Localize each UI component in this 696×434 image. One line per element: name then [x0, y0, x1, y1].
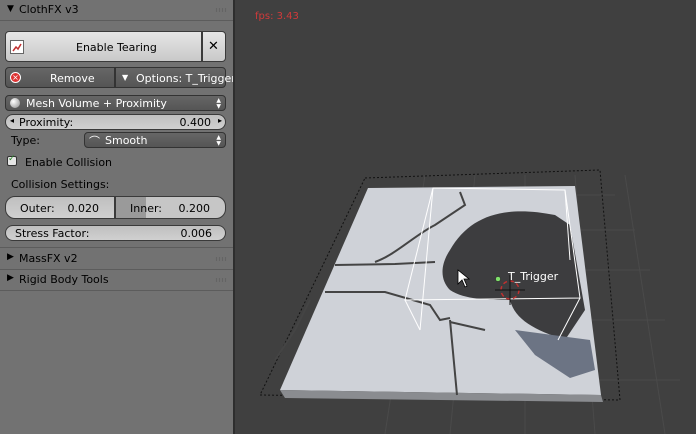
enable-collision-label: Enable Collision — [25, 156, 113, 169]
check-icon: ✓ — [8, 154, 16, 164]
massfx-header[interactable]: ▶ MassFX v2 — [0, 249, 233, 269]
close-icon: ✕ — [208, 39, 219, 54]
clothfx-header[interactable]: ▼ ClothFX v3 — [0, 0, 233, 20]
tearing-icon — [10, 40, 24, 54]
remove-label: Remove — [50, 72, 95, 85]
triangle-right-icon: ▶ — [7, 273, 14, 283]
chevron-down-icon: ▼ — [122, 73, 129, 82]
proximity-value: 0.400 — [179, 116, 212, 129]
drag-grip-icon[interactable] — [215, 8, 227, 12]
proximity-label: Proximity: — [19, 116, 74, 129]
massfx-title: MassFX v2 — [19, 252, 78, 265]
enable-tearing-label: Enable Tearing — [76, 41, 157, 54]
remove-icon: × — [10, 72, 21, 83]
mode-dropdown[interactable]: Mesh Volume + Proximity ▲ ▼ — [5, 95, 226, 111]
collision-settings-label: Collision Settings: — [11, 178, 110, 191]
object-origin[interactable] — [495, 276, 501, 282]
rigid-body-tools-header[interactable]: ▶ Rigid Body Tools — [0, 270, 233, 290]
stress-factor-label: Stress Factor: — [15, 227, 90, 240]
divider — [0, 20, 233, 21]
mode-value: Mesh Volume + Proximity — [26, 97, 167, 110]
mesh-sphere-icon — [10, 98, 20, 108]
proximity-field[interactable]: ◂ Proximity: 0.400 ▸ — [5, 114, 226, 130]
object-name-label: T_Trigger — [508, 270, 559, 283]
options-dropdown[interactable]: ▼ Options: T_Trigger — [115, 67, 236, 88]
up-down-arrows-icon: ▲ ▼ — [216, 97, 221, 110]
inner-label: Inner: — [130, 202, 162, 215]
smooth-curve-icon: ⌒ — [89, 135, 100, 148]
outer-field[interactable]: Outer: 0.020 — [5, 196, 115, 219]
triangle-down-icon: ▼ — [7, 4, 14, 14]
up-down-arrows-icon: ▲ ▼ — [216, 134, 221, 147]
type-dropdown[interactable]: ⌒ Smooth ▲ ▼ — [84, 132, 226, 148]
outer-label: Outer: — [20, 202, 55, 215]
close-button[interactable]: ✕ — [202, 31, 226, 62]
type-value: Smooth — [105, 134, 148, 147]
chevron-left-icon[interactable]: ◂ — [10, 116, 14, 125]
properties-panel: ▼ ClothFX v3 Enable Tearing ✕ × Remove ▼… — [0, 0, 236, 434]
clothfx-title: ClothFX v3 — [19, 3, 79, 16]
inner-field[interactable]: Inner: 0.200 — [115, 196, 226, 219]
triangle-right-icon: ▶ — [7, 252, 14, 262]
remove-button[interactable]: × Remove — [5, 67, 115, 88]
inner-value: 0.200 — [178, 202, 211, 215]
divider — [0, 290, 233, 291]
stress-factor-field[interactable]: Stress Factor: 0.006 — [5, 225, 226, 241]
enable-collision-checkbox[interactable]: ✓ — [7, 154, 17, 166]
stress-factor-value: 0.006 — [180, 227, 213, 240]
scene-canvas[interactable] — [235, 0, 696, 434]
divider — [0, 247, 233, 248]
options-label: Options: T_Trigger — [136, 72, 236, 85]
rigid-body-tools-title: Rigid Body Tools — [19, 273, 109, 286]
drag-grip-icon[interactable] — [215, 257, 227, 261]
outer-value: 0.020 — [67, 202, 100, 215]
enable-tearing-button[interactable]: Enable Tearing — [5, 31, 202, 62]
type-label: Type: — [11, 134, 40, 147]
chevron-right-icon[interactable]: ▸ — [218, 116, 222, 125]
drag-grip-icon[interactable] — [215, 278, 227, 282]
3d-viewport[interactable]: fps: 3.43 T_Trigger — [235, 0, 696, 434]
